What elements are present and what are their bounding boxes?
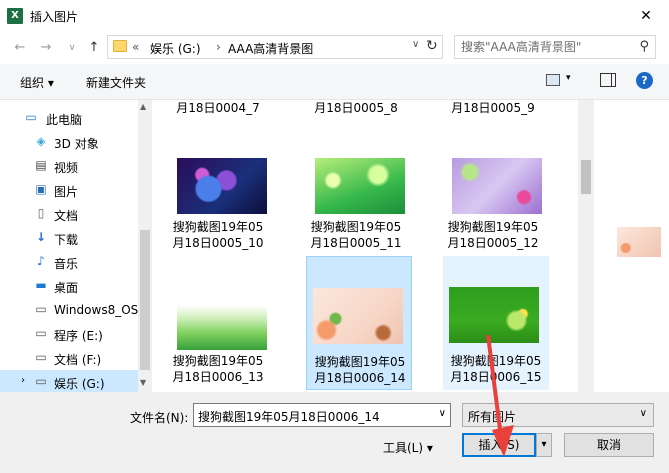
sidebar-item-desktop[interactable]: ▬ 桌面 — [0, 274, 138, 298]
filename-label: 文件名(N): — [130, 411, 189, 425]
help-icon[interactable]: ? — [636, 72, 653, 89]
file-item[interactable]: 搜狗截图19年05 月18日0006_15 — [443, 256, 549, 390]
image-thumbnail — [177, 294, 267, 350]
download-icon: ↓ — [35, 230, 47, 244]
excel-icon: X — [7, 8, 23, 24]
image-thumbnail — [177, 158, 267, 214]
image-thumbnail — [313, 288, 403, 344]
document-icon: ▯ — [37, 206, 45, 220]
filetype-select[interactable]: 所有图片 ∨ — [462, 403, 654, 427]
view-dropdown-icon[interactable]: ▾ — [566, 73, 571, 83]
file-item-selected[interactable]: 搜狗截图19年05 月18日0006_14 — [306, 256, 412, 390]
file-label-partial[interactable]: 月18日0004_7 — [165, 100, 271, 116]
file-item[interactable]: 搜狗截图19年05 月18日0006_13 — [165, 256, 271, 390]
breadcrumb-folder[interactable]: AAA高清背景图 — [228, 40, 313, 57]
image-thumbnail — [315, 158, 405, 214]
insert-button[interactable]: 插入(S) — [462, 433, 536, 457]
search-input[interactable] — [461, 40, 631, 54]
expand-chevron-icon[interactable]: › — [21, 375, 25, 386]
window-title: 插入图片 — [30, 10, 79, 24]
folder-icon — [113, 40, 127, 52]
sidebar-item-documents[interactable]: ▯ 文档 — [0, 202, 138, 226]
chevron-down-icon[interactable]: ∨ — [439, 408, 446, 419]
sidebar-item-this-pc[interactable]: ▭ 此电脑 — [0, 106, 138, 130]
command-bar: 组织 ▾ 新建文件夹 ▾ ? — [0, 64, 669, 100]
new-folder-button[interactable]: 新建文件夹 — [86, 74, 146, 91]
computer-icon: ▭ — [25, 110, 37, 124]
dialog-footer: 文件名(N): 搜狗截图19年05月18日0006_14 ∨ 所有图片 ∨ 工具… — [0, 392, 669, 473]
overflow-chevron[interactable]: « — [132, 40, 139, 54]
chevron-down-icon[interactable]: ∨ — [640, 408, 647, 419]
search-box[interactable]: ⚲ — [454, 35, 656, 59]
title-bar: X 插入图片 ✕ — [0, 0, 669, 32]
drive-icon: ▭ — [35, 326, 47, 340]
file-label-partial[interactable]: 月18日0005_8 — [303, 100, 409, 116]
scroll-up-icon[interactable]: ▲ — [140, 102, 146, 111]
sidebar-item-downloads[interactable]: ↓ 下载 — [0, 226, 138, 250]
sidebar-item-windows8-os[interactable]: ▭ Windows8_OS — [0, 298, 138, 322]
cancel-button[interactable]: 取消 — [564, 433, 654, 457]
desktop-icon: ▬ — [35, 278, 47, 292]
video-icon: ▤ — [35, 158, 47, 172]
scrollbar-thumb[interactable] — [140, 230, 150, 370]
drive-icon: ▭ — [35, 374, 47, 388]
filename-value[interactable]: 搜狗截图19年05月18日0006_14 — [198, 408, 380, 425]
sidebar-item-drive-f[interactable]: ▭ 文档 (F:) — [0, 346, 138, 370]
scroll-down-icon[interactable]: ▼ — [140, 378, 146, 387]
sidebar-scrollbar[interactable]: ▲ ▼ — [138, 100, 152, 392]
navigation-pane: ▭ 此电脑 ◈ 3D 对象 ▤ 视频 ▣ 图片 ▯ 文档 ↓ 下载 ♪ 音乐 ▬… — [0, 100, 152, 394]
sidebar-item-videos[interactable]: ▤ 视频 — [0, 154, 138, 178]
up-arrow-icon[interactable]: ↑ — [86, 40, 102, 55]
sidebar-item-drive-g[interactable]: › ▭ 娱乐 (G:) — [0, 370, 138, 394]
drive-icon: ▭ — [35, 350, 47, 364]
insert-options-dropdown[interactable]: ▾ — [536, 433, 552, 457]
filetype-value: 所有图片 — [468, 410, 517, 424]
back-arrow-icon[interactable]: ← — [12, 40, 28, 55]
picture-icon: ▣ — [35, 182, 47, 196]
cube-icon: ◈ — [36, 134, 46, 148]
preview-image — [617, 227, 661, 257]
preview-pane-icon[interactable] — [600, 73, 616, 87]
sidebar-item-music[interactable]: ♪ 音乐 — [0, 250, 138, 274]
sidebar-item-pictures[interactable]: ▣ 图片 — [0, 178, 138, 202]
close-button[interactable]: ✕ — [623, 0, 669, 32]
view-options-icon[interactable] — [546, 74, 560, 86]
drive-icon: ▭ — [35, 302, 47, 316]
address-bar[interactable]: « 娱乐 (G:) › AAA高清背景图 ∨ ↻ — [107, 35, 443, 59]
organize-button[interactable]: 组织 ▾ — [20, 74, 54, 91]
file-list-scrollbar[interactable] — [578, 100, 594, 392]
recent-locations-chevron-icon[interactable]: ∨ — [64, 43, 80, 53]
breadcrumb-drive[interactable]: 娱乐 (G:) — [150, 40, 201, 57]
image-thumbnail — [452, 158, 542, 214]
search-icon[interactable]: ⚲ — [639, 39, 649, 54]
refresh-icon[interactable]: ↻ — [426, 38, 438, 54]
file-list: 月18日0004_7 月18日0005_8 月18日0005_9 搜狗截图19年… — [153, 100, 578, 392]
forward-arrow-icon[interactable]: → — [38, 40, 54, 55]
address-dropdown-icon[interactable]: ∨ — [412, 39, 419, 50]
sidebar-item-3d-objects[interactable]: ◈ 3D 对象 — [0, 130, 138, 154]
music-icon: ♪ — [37, 254, 45, 268]
sidebar-item-drive-e[interactable]: ▭ 程序 (E:) — [0, 322, 138, 346]
filename-field[interactable]: 搜狗截图19年05月18日0006_14 ∨ — [193, 403, 451, 427]
tools-menu[interactable]: 工具(L) ▾ — [383, 439, 433, 456]
image-thumbnail — [449, 287, 539, 343]
scrollbar-thumb[interactable] — [581, 160, 591, 194]
file-label-partial[interactable]: 月18日0005_9 — [440, 100, 546, 116]
breadcrumb-separator-icon[interactable]: › — [216, 40, 221, 54]
